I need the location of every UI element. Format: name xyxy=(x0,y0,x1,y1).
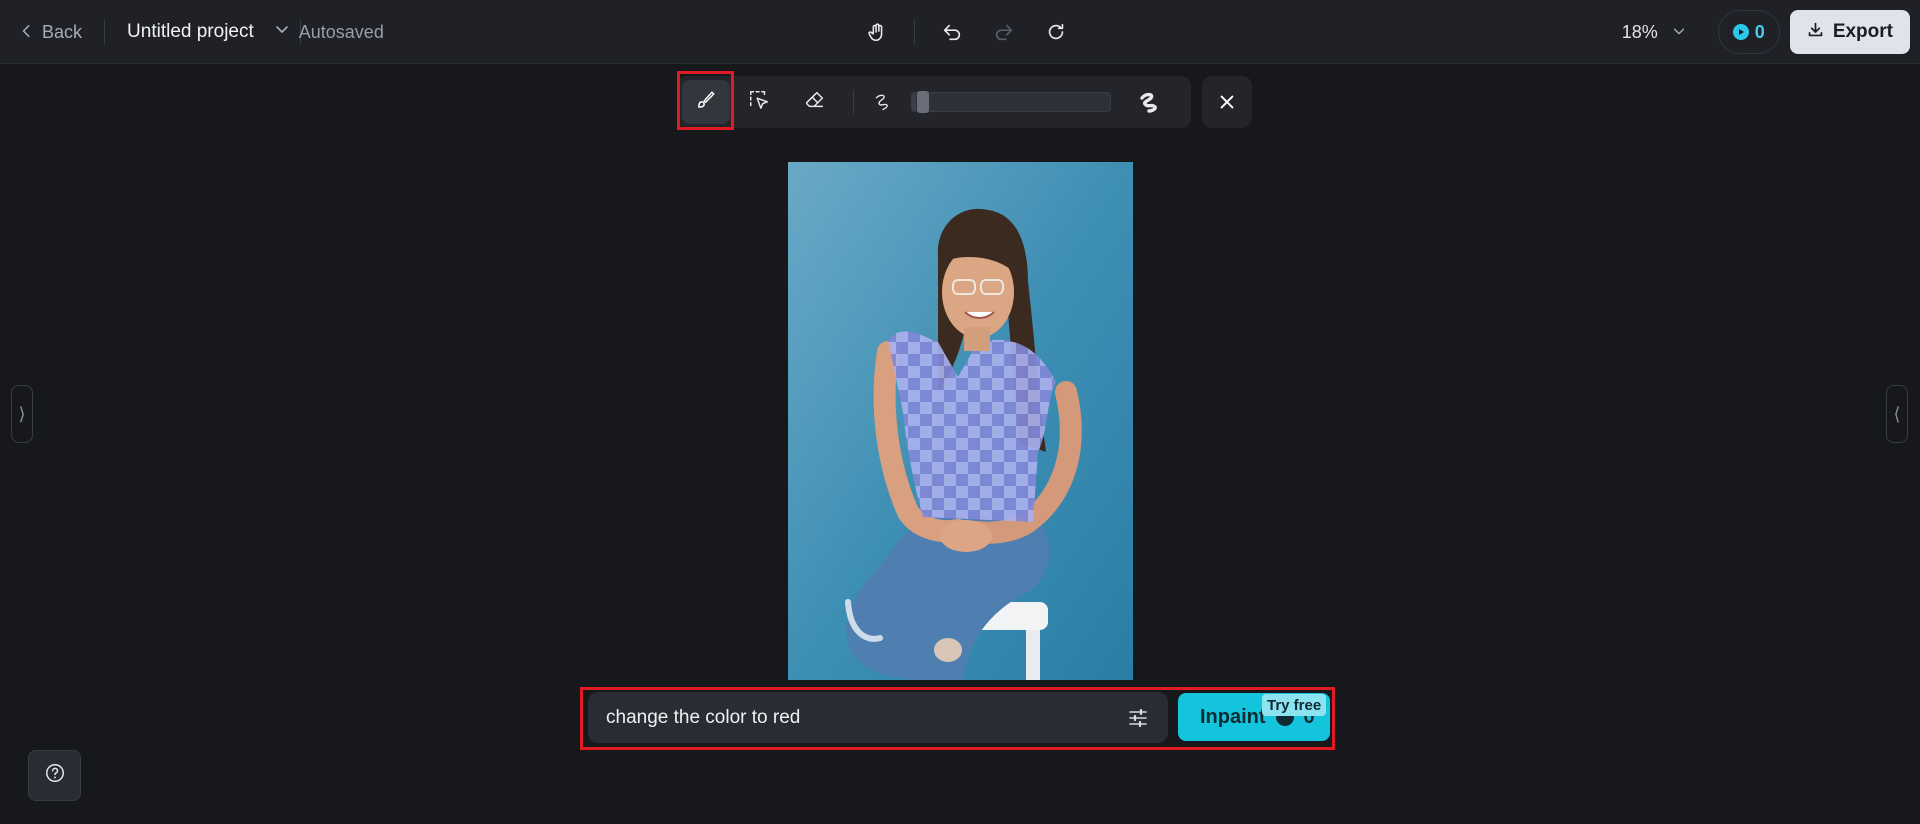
chevron-left-icon: ⟨ xyxy=(1893,403,1901,424)
brush-icon xyxy=(695,89,717,116)
divider xyxy=(914,19,915,45)
sliders-icon[interactable] xyxy=(1126,706,1150,730)
chevron-right-icon: ⟩ xyxy=(18,403,26,424)
zoom-dropdown[interactable]: 18% xyxy=(1622,22,1686,43)
help-icon xyxy=(44,762,66,789)
canvas-image[interactable] xyxy=(788,162,1133,680)
chevron-left-icon xyxy=(20,22,34,43)
credits-count: 0 xyxy=(1754,21,1765,42)
left-panel-toggle[interactable]: ⟩ xyxy=(11,385,33,443)
top-bar: Back Untitled project Autosaved 18% 0 Ex… xyxy=(0,0,1920,64)
hand-icon[interactable] xyxy=(862,17,892,47)
inpaint-label: Inpaint xyxy=(1200,705,1266,728)
smart-select-icon xyxy=(748,89,770,116)
export-label: Export xyxy=(1832,21,1893,42)
brush-large-icon[interactable] xyxy=(1129,80,1169,124)
export-button[interactable]: Export xyxy=(1789,10,1910,54)
top-bar-left: Back Untitled project Autosaved xyxy=(20,0,384,64)
credits-button[interactable]: 0 xyxy=(1717,10,1780,54)
divider xyxy=(104,20,106,44)
eraser-icon xyxy=(804,89,826,116)
download-icon xyxy=(1807,21,1824,44)
eraser-tool-button[interactable] xyxy=(791,80,839,124)
mask-tool-panel xyxy=(677,76,1191,128)
refresh-icon[interactable] xyxy=(1041,17,1071,47)
brush-size-slider[interactable] xyxy=(911,91,1111,113)
brush-tool-button[interactable] xyxy=(682,80,730,124)
chevron-down-icon xyxy=(1672,22,1686,43)
save-status: Autosaved xyxy=(298,21,384,42)
slider-fill xyxy=(912,93,916,111)
help-button[interactable] xyxy=(28,750,81,801)
try-free-badge: Try free xyxy=(1262,694,1327,716)
prompt-input[interactable]: change the color to red xyxy=(588,692,1168,743)
zoom-level: 18% xyxy=(1621,21,1658,42)
back-button[interactable]: Back xyxy=(20,22,82,43)
divider xyxy=(853,90,854,114)
top-bar-right: 18% 0 Export xyxy=(1622,0,1910,64)
history-controls xyxy=(862,0,1071,64)
project-title-menu[interactable]: Untitled project xyxy=(127,21,290,43)
prompt-text[interactable]: change the color to red xyxy=(606,707,1126,729)
slider-thumb[interactable] xyxy=(916,91,929,113)
redo-icon[interactable] xyxy=(989,17,1019,47)
smart-select-tool-button[interactable] xyxy=(735,80,783,124)
right-panel-toggle[interactable]: ⟨ xyxy=(1886,385,1908,443)
back-label: Back xyxy=(42,21,83,42)
brush-small-icon[interactable] xyxy=(863,80,903,124)
project-title: Untitled project xyxy=(127,21,254,42)
undo-icon[interactable] xyxy=(937,17,967,47)
close-icon[interactable] xyxy=(1202,76,1252,128)
chevron-down-icon xyxy=(274,21,290,43)
credit-icon xyxy=(1732,24,1749,40)
